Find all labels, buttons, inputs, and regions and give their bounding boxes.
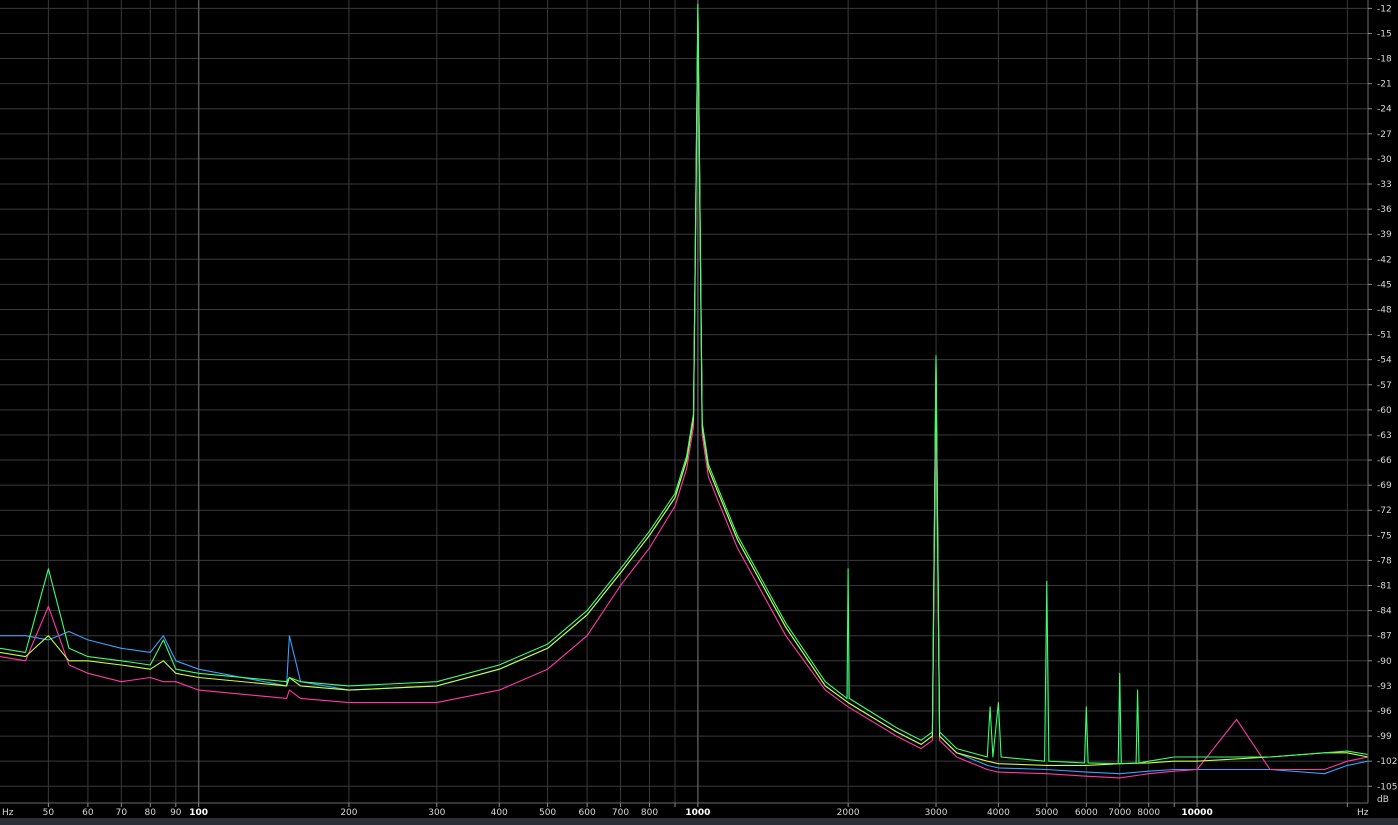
- spectrum-plot: Hz Hz dB -12 -15 -18 -21 -24 -27 -30 -33 -36 -39 -…: [0, 0, 1398, 825]
- y-tick-label: -42: [1377, 255, 1392, 265]
- x-tick-label: 100: [189, 808, 208, 818]
- x-tick-label: 1000: [685, 808, 710, 818]
- x-tick-label: 4000: [987, 808, 1010, 818]
- y-tick-label: -81: [1377, 582, 1392, 592]
- x-tick-label: 2000: [837, 808, 860, 818]
- y-tick-label: -24: [1377, 105, 1392, 115]
- y-tick-label: -48: [1377, 305, 1392, 315]
- x-tick-label: 500: [539, 808, 556, 818]
- y-tick-label: -96: [1377, 707, 1392, 717]
- y-tick-label: -54: [1377, 356, 1392, 366]
- x-tick-label: 60: [82, 808, 94, 818]
- y-tick-label: -18: [1377, 55, 1392, 65]
- x-tick-label: 800: [641, 808, 658, 818]
- y-tick-label: -57: [1377, 381, 1392, 391]
- x-tick-label: 600: [579, 808, 596, 818]
- y-tick-label: -99: [1377, 732, 1392, 742]
- x-tick-label: 200: [340, 808, 357, 818]
- x-unit-label: Hz: [2, 808, 14, 818]
- y-tick-label: -30: [1377, 155, 1392, 165]
- y-tick-label: -12: [1377, 4, 1392, 14]
- y-tick-label: -45: [1377, 280, 1392, 290]
- y-tick-label: -21: [1377, 80, 1392, 90]
- x-tick-label: 90: [170, 808, 182, 818]
- x-tick-label: 10000: [1181, 808, 1212, 818]
- x-tick-label: 7000: [1108, 808, 1131, 818]
- y-tick-label: -63: [1377, 431, 1392, 441]
- y-tick-label: -78: [1377, 556, 1392, 566]
- x-tick-label: 700: [612, 808, 629, 818]
- x-tick-label: 80: [145, 808, 157, 818]
- y-tick-label: -72: [1377, 506, 1392, 516]
- y-tick-label: -93: [1377, 682, 1392, 692]
- y-tick-label: -36: [1377, 205, 1392, 215]
- y-tick-label: -51: [1377, 331, 1392, 341]
- x-tick-label: 400: [491, 808, 508, 818]
- y-tick-label: -33: [1377, 180, 1392, 190]
- y-tick-label: -102: [1377, 757, 1397, 767]
- x-tick-label: 70: [116, 808, 128, 818]
- y-tick-label: -69: [1377, 481, 1392, 491]
- x-tick-label: 6000: [1075, 808, 1098, 818]
- x-tick-label: 300: [428, 808, 445, 818]
- y-tick-label: -84: [1377, 607, 1392, 617]
- bottom-scrollbar[interactable]: [0, 818, 1398, 825]
- y-tick-label: -15: [1377, 29, 1392, 39]
- y-tick-label: -60: [1377, 406, 1392, 416]
- y-tick-label: -75: [1377, 531, 1392, 541]
- y-unit-label: dB: [1377, 795, 1389, 805]
- y-tick-label: -27: [1377, 130, 1392, 140]
- y-tick-label: -39: [1377, 230, 1392, 240]
- x-tick-label: 8000: [1137, 808, 1160, 818]
- y-tick-label: -105: [1377, 782, 1397, 792]
- x-tick-label: 5000: [1035, 808, 1058, 818]
- y-tick-label: -90: [1377, 657, 1392, 667]
- x-unit-label-right: Hz: [1357, 808, 1369, 818]
- y-tick-label: -66: [1377, 456, 1392, 466]
- x-tick-label: 50: [43, 808, 55, 818]
- y-tick-label: -87: [1377, 632, 1392, 642]
- x-tick-label: 3000: [925, 808, 948, 818]
- spectrum-analyzer: Hz Hz dB -12 -15 -18 -21 -24 -27 -30 -33 -36 -39 -…: [0, 0, 1398, 825]
